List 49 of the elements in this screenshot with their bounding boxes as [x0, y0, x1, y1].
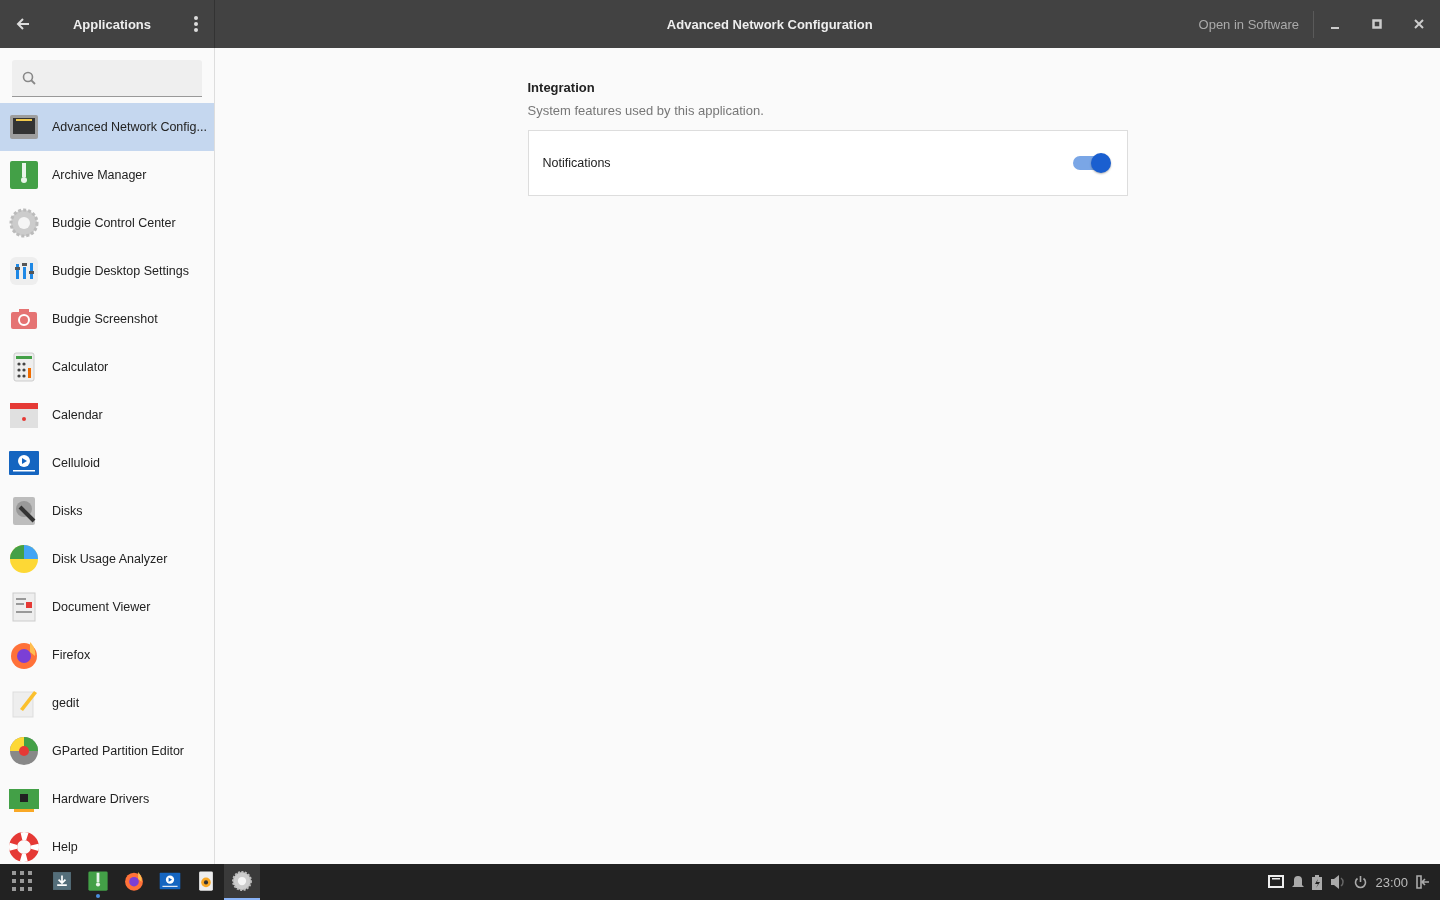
logout-icon[interactable]: [1416, 875, 1430, 889]
app-list-item[interactable]: Disk Usage Analyzer: [0, 535, 214, 583]
search-field[interactable]: [12, 60, 202, 97]
window-title: Advanced Network Configuration: [665, 16, 874, 32]
section-title: Integration: [527, 80, 596, 95]
maximize-icon: [1372, 19, 1382, 29]
partition-disc-icon: [8, 735, 40, 767]
app-list-item[interactable]: Celluloid: [0, 439, 214, 487]
network-icon[interactable]: [1268, 875, 1285, 889]
sidebar-title: Applications: [73, 16, 151, 32]
app-list-item[interactable]: Budgie Screenshot: [0, 295, 214, 343]
battery-icon[interactable]: [1312, 874, 1323, 890]
open-in-software-button[interactable]: Open in Software: [1184, 10, 1314, 38]
gear-icon: [8, 207, 40, 239]
app-list-item[interactable]: GParted Partition Editor: [0, 727, 214, 775]
app-list-item[interactable]: Disks: [0, 487, 214, 535]
app-list-item[interactable]: Budgie Control Center: [0, 199, 214, 247]
clock[interactable]: 23:00: [1375, 874, 1408, 890]
app-list-item[interactable]: Calendar: [0, 391, 214, 439]
app-grid-icon: [12, 871, 32, 891]
gear-icon: [231, 870, 253, 892]
minimize-icon: [1331, 27, 1339, 29]
app-list-item[interactable]: Firefox: [0, 631, 214, 679]
bell-icon[interactable]: [1292, 875, 1305, 889]
taskbar-app-button[interactable]: [224, 864, 260, 900]
app-list-item[interactable]: Calculator: [0, 343, 214, 391]
zipper-archive-icon: [8, 159, 40, 191]
close-icon: [1414, 19, 1424, 29]
app-list-item[interactable]: gedit: [0, 679, 214, 727]
setting-label: Notifications: [542, 156, 611, 170]
app-list-item[interactable]: Document Viewer: [0, 583, 214, 631]
section-subtitle: System features used by this application.: [527, 103, 765, 118]
volume-icon[interactable]: [1330, 875, 1347, 889]
app-list-item[interactable]: Help: [0, 823, 214, 864]
back-arrow-icon: [16, 17, 30, 31]
app-list-item[interactable]: Budgie Desktop Settings: [0, 247, 214, 295]
app-list-item[interactable]: Advanced Network Config...: [0, 103, 214, 151]
toggle-switch[interactable]: [1072, 156, 1109, 170]
zipper-archive-icon: [87, 870, 109, 892]
download-icon: [51, 870, 73, 892]
app-list-item[interactable]: Hardware Drivers: [0, 775, 214, 823]
search-icon: [22, 71, 36, 85]
menu-icon: [194, 16, 198, 32]
running-indicator: [96, 894, 100, 898]
app-list-item[interactable]: Archive Manager: [0, 151, 214, 199]
pie-chart-icon: [8, 543, 40, 575]
power-icon[interactable]: [1354, 875, 1368, 889]
video-player-icon: [159, 870, 181, 892]
sliders-icon: [8, 255, 40, 287]
